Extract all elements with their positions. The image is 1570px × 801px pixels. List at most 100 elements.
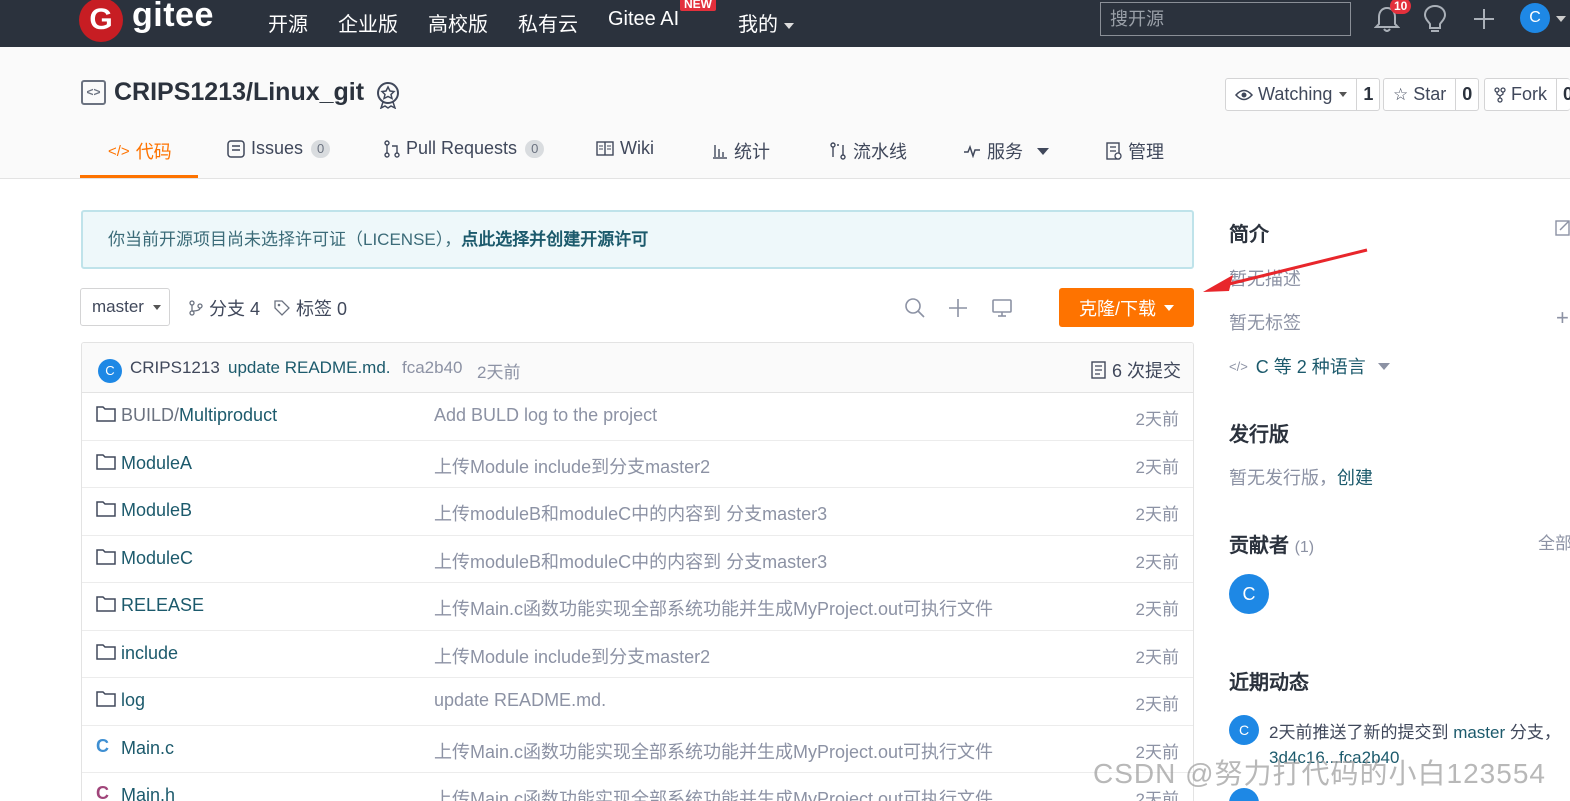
activity-text: 2天前推送了新的提交到 bbox=[1269, 723, 1454, 742]
watch-button-group: Watching 1 bbox=[1225, 78, 1381, 111]
file-name-link[interactable]: Main.h bbox=[121, 785, 175, 801]
tab-code[interactable]: </> 代码 bbox=[108, 138, 172, 164]
tags-link[interactable]: 标签 0 bbox=[274, 295, 347, 321]
tab-wiki[interactable]: Wiki bbox=[596, 138, 654, 159]
plus-icon[interactable] bbox=[947, 297, 969, 319]
folder-icon bbox=[96, 406, 116, 422]
gitee-logo-icon[interactable]: G bbox=[79, 0, 123, 42]
commit-author[interactable]: CRIPS1213 bbox=[130, 358, 220, 378]
file-path-prefix: BUILD/ bbox=[121, 405, 180, 425]
user-avatar[interactable]: C bbox=[1520, 3, 1550, 33]
search-input[interactable] bbox=[1100, 2, 1351, 36]
file-name-link[interactable]: ModuleA bbox=[121, 453, 192, 474]
nav-link-mine-label: 我的 bbox=[738, 14, 778, 36]
languages-link[interactable]: </> C 等 2 种语言 bbox=[1229, 353, 1390, 379]
contributor-avatar[interactable]: C bbox=[1229, 574, 1269, 614]
star-button[interactable]: ☆ Star bbox=[1384, 79, 1457, 110]
file-name-link[interactable]: Main.c bbox=[121, 738, 174, 759]
file-name-link[interactable]: RELEASE bbox=[121, 595, 204, 616]
search-icon[interactable] bbox=[904, 297, 926, 319]
watch-count[interactable]: 1 bbox=[1357, 79, 1379, 110]
nav-link-mine[interactable]: 我的 bbox=[738, 8, 794, 37]
recommend-badge-icon[interactable] bbox=[375, 81, 401, 109]
nav-link-enterprise[interactable]: 企业版 bbox=[338, 8, 398, 37]
tab-pull-requests-label: Pull Requests bbox=[406, 138, 518, 158]
nav-link-private-cloud[interactable]: 私有云 bbox=[518, 8, 578, 37]
commit-count-link[interactable]: 6 次提交 bbox=[1091, 357, 1181, 383]
table-row[interactable]: C Main.h 上传Main.c函数功能实现全部系统功能并生成MyProjec… bbox=[82, 773, 1193, 801]
file-name-link[interactable]: ModuleC bbox=[121, 548, 193, 569]
file-commit-message[interactable]: Add BULD log to the project bbox=[434, 405, 657, 426]
clone-download-button[interactable]: 克隆/下载 bbox=[1059, 288, 1194, 327]
repo-title[interactable]: CRIPS1213/Linux_git bbox=[114, 78, 364, 107]
file-commit-message[interactable]: 上传Module include到分支master2 bbox=[434, 643, 710, 669]
fork-count[interactable]: 0 bbox=[1557, 79, 1570, 110]
manage-icon bbox=[1106, 142, 1122, 160]
file-commit-message[interactable]: update README.md. bbox=[434, 690, 606, 711]
file-name-link[interactable]: ModuleB bbox=[121, 500, 192, 521]
tab-pull-requests[interactable]: Pull Requests 0 bbox=[384, 138, 545, 159]
tab-stats[interactable]: 统计 bbox=[712, 138, 770, 164]
tab-issues[interactable]: Issues 0 bbox=[227, 138, 331, 159]
eye-icon bbox=[1235, 89, 1253, 100]
file-name-link[interactable]: log bbox=[121, 690, 145, 711]
plus-icon[interactable] bbox=[1472, 7, 1496, 31]
avatar[interactable]: C bbox=[1229, 715, 1259, 745]
pull-request-icon bbox=[384, 139, 400, 158]
create-release-link[interactable]: 创建 bbox=[1337, 468, 1373, 488]
commit-count: 6 次提交 bbox=[1111, 361, 1181, 381]
table-row[interactable]: include 上传Module include到分支master2 2天前 bbox=[82, 630, 1193, 678]
table-row[interactable]: ModuleC 上传moduleB和moduleC中的内容到 分支master3… bbox=[82, 535, 1193, 583]
fork-button[interactable]: Fork bbox=[1485, 79, 1557, 110]
star-count[interactable]: 0 bbox=[1456, 79, 1478, 110]
table-row[interactable]: C Main.c 上传Main.c函数功能实现全部系统功能并生成MyProjec… bbox=[82, 725, 1193, 773]
lightbulb-icon[interactable] bbox=[1422, 4, 1448, 34]
nav-link-education[interactable]: 高校版 bbox=[428, 8, 488, 37]
commit-message[interactable]: update README.md. bbox=[228, 358, 391, 378]
tags-count: 标签 0 bbox=[296, 299, 348, 319]
watch-button[interactable]: Watching bbox=[1226, 79, 1358, 110]
avatar[interactable]: C bbox=[98, 359, 122, 383]
file-commit-message[interactable]: 上传Main.c函数功能实现全部系统功能并生成MyProject.out可执行文… bbox=[434, 785, 993, 801]
table-row[interactable]: ModuleA 上传Module include到分支master2 2天前 bbox=[82, 440, 1193, 488]
gitee-logo-text[interactable]: gitee bbox=[132, 0, 214, 35]
latest-commit-bar: C CRIPS1213 update README.md. fca2b40 2天… bbox=[82, 343, 1193, 393]
monitor-icon[interactable] bbox=[991, 297, 1013, 319]
folder-icon bbox=[96, 691, 116, 707]
chevron-down-icon bbox=[1339, 92, 1348, 97]
edit-icon[interactable] bbox=[1555, 219, 1570, 237]
branch-name: master bbox=[92, 297, 144, 316]
tab-services[interactable]: 服务 bbox=[963, 138, 1049, 164]
tab-manage[interactable]: 管理 bbox=[1106, 138, 1164, 164]
file-name-link[interactable]: BUILD/Multiproduct bbox=[121, 405, 277, 426]
tab-wiki-label: Wiki bbox=[620, 138, 654, 158]
pipeline-icon bbox=[830, 142, 846, 160]
branch-selector[interactable]: master bbox=[80, 288, 170, 326]
table-row[interactable]: BUILD/Multiproduct Add BULD log to the p… bbox=[82, 393, 1193, 441]
tab-stats-label: 统计 bbox=[734, 142, 770, 162]
file-commit-message[interactable]: 上传Main.c函数功能实现全部系统功能并生成MyProject.out可执行文… bbox=[434, 595, 993, 621]
folder-icon bbox=[96, 643, 116, 660]
bar-chart-icon bbox=[713, 145, 727, 159]
nav-link-gitee-ai[interactable]: Gitee AI bbox=[608, 8, 679, 31]
nav-link-opensource[interactable]: 开源 bbox=[268, 8, 308, 37]
commit-sha[interactable]: fca2b40 bbox=[402, 358, 463, 378]
notification-count-badge: 10 bbox=[1390, 0, 1412, 14]
table-row[interactable]: RELEASE 上传Main.c函数功能实现全部系统功能并生成MyProject… bbox=[82, 583, 1193, 631]
chevron-down-icon[interactable] bbox=[1556, 16, 1566, 22]
add-tag-icon[interactable]: + bbox=[1556, 305, 1569, 331]
file-commit-message[interactable]: 上传moduleB和moduleC中的内容到 分支master3 bbox=[434, 500, 827, 526]
file-commit-message[interactable]: 上传moduleB和moduleC中的内容到 分支master3 bbox=[434, 548, 827, 574]
file-commit-message[interactable]: 上传Main.c函数功能实现全部系统功能并生成MyProject.out可执行文… bbox=[434, 738, 993, 764]
create-license-link[interactable]: 点此选择并创建开源许可 bbox=[461, 230, 648, 249]
all-contributors-link[interactable]: 全部 bbox=[1538, 529, 1570, 554]
fork-icon bbox=[1494, 86, 1506, 103]
branches-link[interactable]: 分支 4 bbox=[189, 295, 260, 321]
file-name-link[interactable]: include bbox=[121, 643, 178, 664]
table-row[interactable]: ModuleB 上传moduleB和moduleC中的内容到 分支master3… bbox=[82, 488, 1193, 536]
file-commit-message[interactable]: 上传Module include到分支master2 bbox=[434, 453, 710, 479]
table-row[interactable]: log update README.md. 2天前 bbox=[82, 678, 1193, 726]
tab-pipeline[interactable]: 流水线 bbox=[829, 138, 907, 164]
no-tags-text: 暂无标签 bbox=[1229, 313, 1301, 333]
activity-branch-link[interactable]: master bbox=[1453, 723, 1505, 742]
